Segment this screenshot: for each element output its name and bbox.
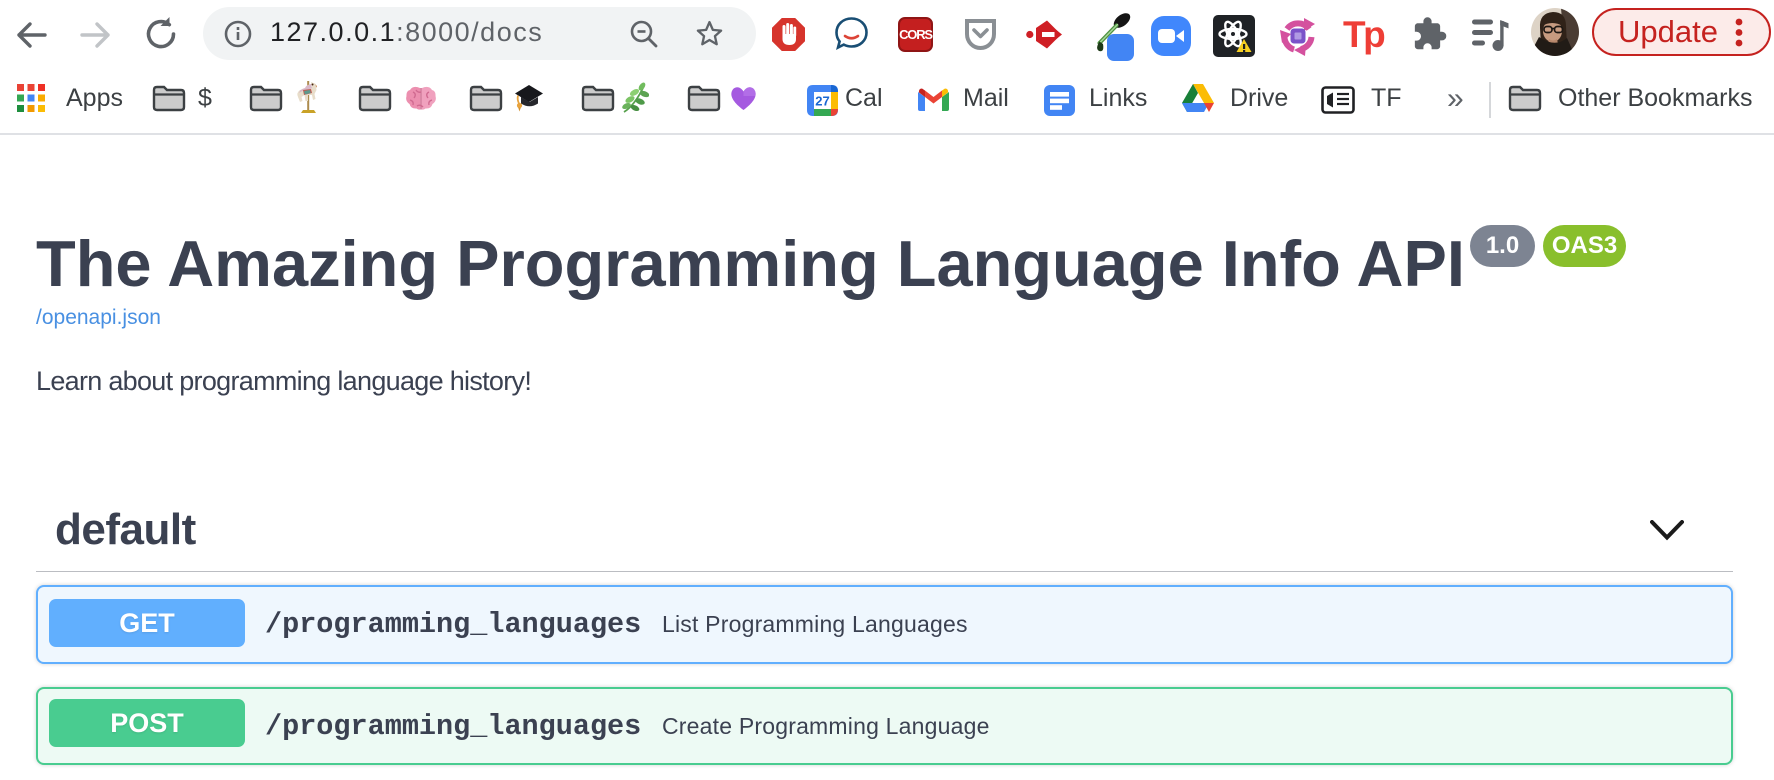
svg-text:27: 27 [815, 94, 829, 109]
